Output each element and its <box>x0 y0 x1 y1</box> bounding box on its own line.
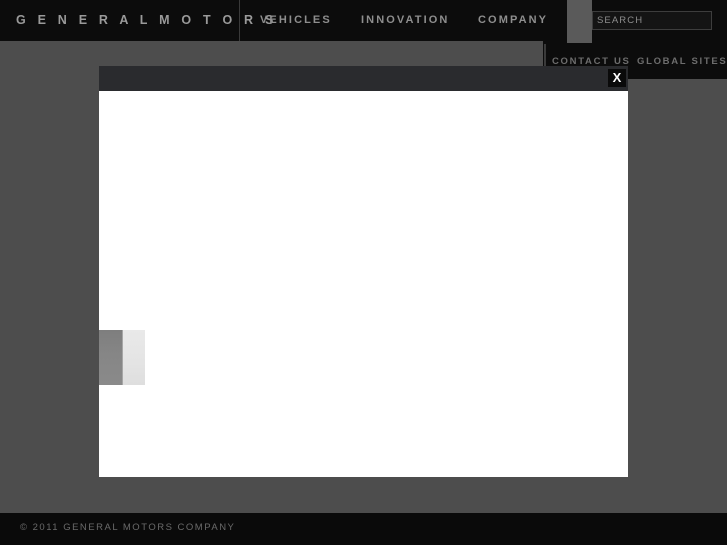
content-overlay-band <box>0 41 543 67</box>
search-box[interactable] <box>592 11 727 30</box>
image-placeholder-left <box>99 330 123 385</box>
image-placeholder-right <box>123 330 145 385</box>
utility-link-global-sites[interactable]: GLOBAL SITES <box>637 56 727 67</box>
page-root: CONTACT US GLOBAL SITES G E N E R A L M … <box>0 0 727 545</box>
nav-item-innovation[interactable]: INNOVATION <box>361 14 449 26</box>
search-input[interactable] <box>593 12 727 29</box>
nav-item-vehicles[interactable]: VEHICLES <box>260 14 332 26</box>
logo-divider <box>239 0 240 41</box>
modal-header-bar: X <box>99 66 628 91</box>
nav-tab-block[interactable] <box>567 0 592 43</box>
utility-nav-divider <box>544 44 546 68</box>
close-x-icon[interactable]: X <box>608 69 626 87</box>
footer-copyright: © 2011 GENERAL MOTORS COMPANY <box>20 522 236 533</box>
modal-body <box>99 91 628 477</box>
modal-dialog: X <box>99 66 628 477</box>
nav-item-company[interactable]: COMPANY <box>478 14 548 26</box>
site-footer: © 2011 GENERAL MOTORS COMPANY <box>0 513 727 545</box>
image-placeholder <box>99 330 145 385</box>
